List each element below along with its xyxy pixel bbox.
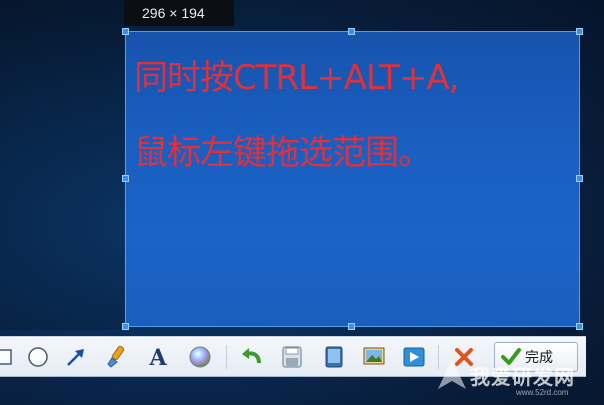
toolbar-separator [226, 345, 227, 369]
arrow-tool[interactable] [62, 343, 90, 371]
resize-handle-bottom-right[interactable] [576, 323, 583, 330]
finish-button-label: 完成 [525, 350, 553, 366]
tablet-icon [325, 346, 343, 368]
undo-tool[interactable] [238, 343, 266, 371]
resize-handle-top-right[interactable] [576, 28, 583, 35]
resize-handle-bottom-left[interactable] [122, 323, 129, 330]
screenshot-stage: 296 × 194 同时按CTRL+ALT+A, 鼠标左键拖选范围。 A 完成 … [0, 0, 604, 405]
image-icon [363, 347, 385, 365]
color-tool[interactable] [186, 343, 214, 371]
undo-icon [242, 348, 261, 364]
ellipse-tool[interactable] [24, 343, 52, 371]
checkmark-icon [501, 348, 521, 365]
resize-handle-top[interactable] [348, 28, 355, 35]
svg-text:A: A [148, 345, 167, 370]
arrow-icon [67, 349, 84, 366]
color-icon [189, 346, 211, 368]
capture-selection[interactable]: 同时按CTRL+ALT+A, 鼠标左键拖选范围。 [125, 31, 580, 327]
brush-icon [107, 345, 125, 368]
cancel-tool[interactable] [450, 343, 478, 371]
rectangle-icon [0, 349, 12, 365]
send-tool[interactable] [400, 343, 428, 371]
selection-size-label: 296 × 194 [124, 0, 234, 26]
cancel-icon [455, 348, 473, 366]
brush-tool[interactable] [102, 343, 130, 371]
resize-handle-left[interactable] [122, 175, 129, 182]
watermark-url: www.52rd.com [516, 388, 569, 397]
resize-handle-bottom[interactable] [348, 323, 355, 330]
capture-toolbar: A 完成 [0, 336, 586, 377]
resize-handle-top-left[interactable] [122, 28, 129, 35]
tablet-tool[interactable] [320, 343, 348, 371]
toolbar-separator [438, 345, 439, 369]
finish-button[interactable]: 完成 [494, 342, 578, 372]
rectangle-tool[interactable] [0, 343, 18, 371]
selection-text-line2: 鼠标左键拖选范围。 [134, 133, 432, 173]
selection-text-line1: 同时按CTRL+ALT+A, [134, 58, 459, 98]
send-icon [403, 347, 425, 367]
ellipse-icon [28, 347, 48, 367]
text-icon: A [148, 345, 167, 370]
resize-handle-right[interactable] [576, 175, 583, 182]
save-tool[interactable] [278, 343, 306, 371]
image-tool[interactable] [360, 343, 388, 371]
dimmed-area [0, 0, 124, 330]
text-tool[interactable]: A [144, 343, 172, 371]
save-icon [282, 346, 302, 368]
